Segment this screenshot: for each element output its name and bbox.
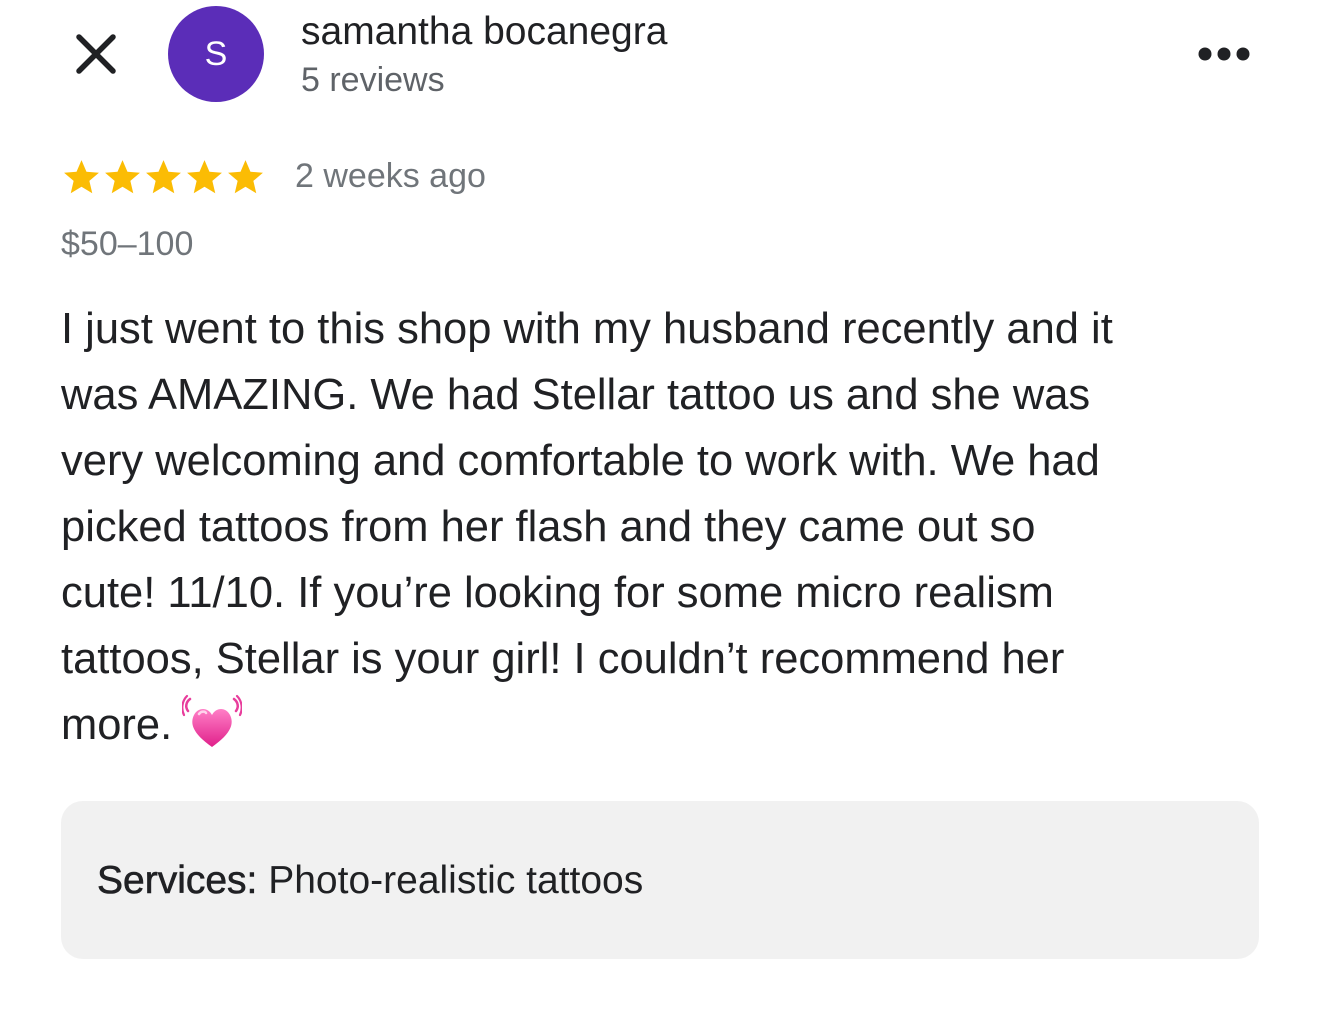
more-horizontal-icon — [1198, 47, 1250, 61]
star-rating — [61, 155, 266, 199]
close-button[interactable] — [68, 26, 124, 82]
services-value: Photo-realistic tattoos — [268, 859, 644, 902]
avatar-initial: S — [204, 34, 228, 73]
review-text-line: was AMAZING. We had Stellar tattoo us an… — [61, 371, 1091, 419]
review-text-line: very welcoming and comfortable to work w… — [61, 437, 1100, 485]
star-icon — [105, 159, 140, 193]
services-text: Services: Photo-realistic tattoos — [97, 857, 644, 905]
author-review-count: 5 reviews — [301, 61, 445, 99]
star-icon — [187, 159, 222, 193]
review-time: 2 weeks ago — [295, 157, 486, 195]
avatar[interactable]: S — [168, 6, 264, 102]
price-range: $50–100 — [61, 225, 194, 263]
review-text: I just went to this shop with my husband… — [61, 296, 1271, 758]
close-icon — [76, 34, 116, 74]
review-text-line: tattoos, Stellar is your girl! I couldn’… — [61, 635, 1065, 683]
review-text-line: cute! 11/10. If you’re looking for some … — [61, 569, 1054, 617]
services-box: Services: Photo-realistic tattoos — [61, 801, 1259, 959]
review-text-line: picked tattoos from her flash and they c… — [61, 503, 1036, 551]
beating-heart-emoji — [182, 694, 243, 747]
services-label: Services: — [97, 859, 258, 903]
more-options-button[interactable] — [1192, 32, 1256, 76]
author-name[interactable]: samantha bocanegra — [301, 8, 667, 56]
star-icon — [146, 159, 181, 193]
star-icon — [64, 159, 99, 193]
review-text-line: more. — [61, 701, 173, 749]
review-text-line: I just went to this shop with my husband… — [61, 305, 1113, 353]
review-text-last-line: more. — [61, 692, 1271, 758]
star-icon — [228, 159, 263, 193]
